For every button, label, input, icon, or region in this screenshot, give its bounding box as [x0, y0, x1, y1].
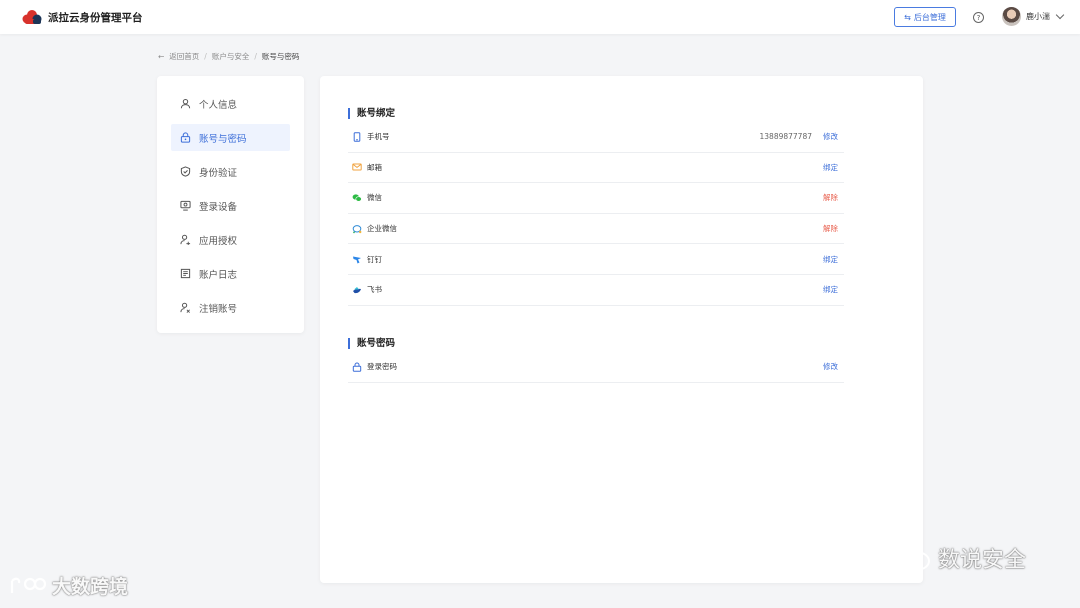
sidebar-item-deactivate-account[interactable]: 注销账号 — [171, 294, 290, 321]
binding-label: 手机号 — [367, 132, 390, 142]
question-circle-icon[interactable]: ? — [973, 12, 984, 23]
watermark-left: 大数跨境 — [8, 572, 128, 599]
sidebar-item-label: 应用授权 — [199, 235, 238, 247]
brand[interactable]: 派拉云身份管理平台 — [22, 9, 143, 25]
sidebar-item-label: 登录设备 — [199, 201, 238, 213]
edit-phone-link[interactable]: 修改 — [823, 131, 838, 142]
user-remove-icon — [180, 302, 191, 313]
monitor-icon — [180, 200, 191, 211]
lock-icon — [180, 132, 191, 143]
binding-row-wechat: 微信 解除 — [348, 183, 844, 214]
sidebar-item-identity-verify[interactable]: 身份验证 — [171, 158, 290, 185]
sidebar-item-personal-info[interactable]: 个人信息 — [171, 90, 290, 117]
watermark-right: 数说安全 — [890, 542, 1026, 574]
swap-icon: ⇆ — [904, 12, 911, 22]
watermark-right-text: 数说安全 — [938, 548, 1027, 573]
sidebar: 个人信息 账号与密码 身份验证 登录设备 应用授权 账户日志 注销账号 — [157, 76, 304, 333]
binding-list: 手机号 13889877787 修改 邮箱 绑定 微信 解除 企业微信 解除 钉… — [348, 122, 844, 306]
breadcrumb-back[interactable]: 返回首页 — [169, 51, 199, 62]
watermark-left-text: 大数跨境 — [52, 576, 129, 598]
feishu-icon — [352, 285, 362, 295]
sidebar-item-label: 账户日志 — [199, 269, 238, 281]
password-label: 登录密码 — [367, 362, 397, 372]
sidebar-item-account-password[interactable]: 账号与密码 — [171, 124, 290, 151]
user-icon — [180, 98, 191, 109]
breadcrumb-current: 账号与密码 — [261, 52, 300, 61]
lock-icon — [352, 362, 362, 372]
binding-row-wecom: 企业微信 解除 — [348, 214, 844, 245]
avatar — [1002, 7, 1021, 26]
shield-check-icon — [180, 166, 191, 177]
binding-label: 企业微信 — [367, 224, 397, 234]
binding-label: 邮箱 — [367, 162, 382, 172]
brand-logo-icon — [22, 10, 42, 24]
sidebar-item-label: 账号与密码 — [199, 133, 247, 145]
sidebar-item-login-devices[interactable]: 登录设备 — [171, 192, 290, 219]
mail-icon — [352, 162, 362, 172]
wecom-icon — [352, 224, 362, 234]
arrow-left-icon[interactable]: ← — [158, 52, 164, 61]
binding-row-email: 邮箱 绑定 — [348, 153, 844, 184]
sidebar-item-label: 个人信息 — [199, 99, 238, 111]
unbind-wecom-link[interactable]: 解除 — [823, 223, 838, 234]
sidebar-item-account-log[interactable]: 账户日志 — [171, 260, 290, 287]
user-name: 鹿小湍 — [1026, 12, 1050, 21]
phone-number-value: 13889877787 — [759, 132, 813, 142]
bind-feishu-link[interactable]: 绑定 — [823, 284, 838, 295]
top-header: 派拉云身份管理平台 ⇆ 后台管理 ? 鹿小湍 — [0, 0, 1080, 34]
sidebar-item-app-authorization[interactable]: 应用授权 — [171, 226, 290, 253]
breadcrumb-separator: / — [204, 52, 207, 61]
unbind-wechat-link[interactable]: 解除 — [823, 192, 838, 203]
dingtalk-icon — [352, 254, 362, 264]
watermark-logo-icon — [10, 577, 47, 593]
bind-email-link[interactable]: 绑定 — [823, 162, 838, 173]
binding-label: 微信 — [367, 193, 382, 203]
sidebar-item-label: 注销账号 — [199, 303, 238, 315]
log-icon — [180, 268, 191, 279]
section-title-account-password: 账号密码 — [348, 338, 395, 349]
binding-label: 飞书 — [367, 285, 382, 295]
section-title-account-binding: 账号绑定 — [348, 108, 395, 119]
brand-name: 派拉云身份管理平台 — [48, 11, 143, 24]
binding-label: 钉钉 — [367, 254, 382, 264]
edit-password-link[interactable]: 修改 — [823, 361, 838, 372]
main-panel: 账号绑定 手机号 13889877787 修改 邮箱 绑定 微信 解除 企业微信… — [320, 76, 923, 583]
admin-button-label: 后台管理 — [913, 12, 946, 22]
breadcrumb-parent[interactable]: 账户与安全 — [212, 51, 250, 62]
user-key-icon — [180, 234, 191, 245]
password-list: 登录密码 修改 — [348, 352, 844, 383]
wechat-icon — [352, 193, 362, 203]
binding-row-phone: 手机号 13889877787 修改 — [348, 122, 844, 153]
admin-button[interactable]: ⇆ 后台管理 — [894, 7, 956, 27]
password-row-login: 登录密码 修改 — [348, 352, 844, 383]
bind-dingtalk-link[interactable]: 绑定 — [823, 254, 838, 265]
wechat-watermark-icon — [892, 545, 930, 571]
sidebar-item-label: 身份验证 — [199, 167, 238, 179]
breadcrumb-separator: / — [254, 52, 257, 61]
chevron-down-icon — [1055, 10, 1065, 20]
phone-icon — [352, 132, 362, 142]
binding-row-dingtalk: 钉钉 绑定 — [348, 244, 844, 275]
binding-row-feishu: 飞书 绑定 — [348, 275, 844, 306]
user-menu[interactable]: 鹿小湍 — [1002, 7, 1065, 26]
breadcrumb: ← 返回首页 / 账户与安全 / 账号与密码 — [158, 51, 299, 62]
